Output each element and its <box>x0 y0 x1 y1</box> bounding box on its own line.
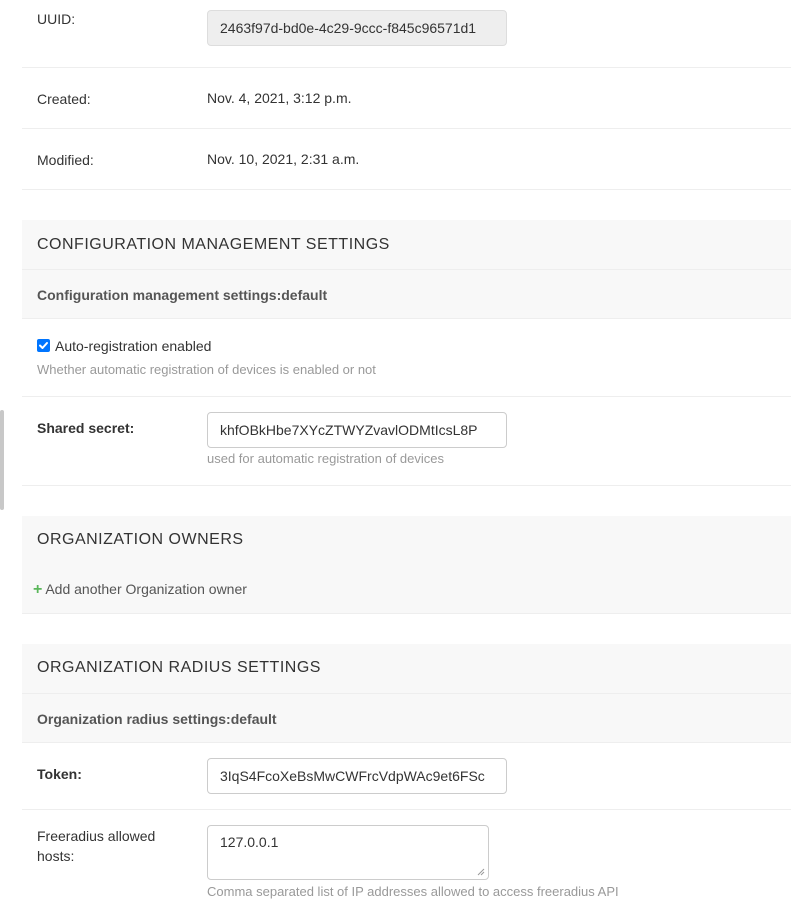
uuid-field: 2463f97d-bd0e-4c29-9ccc-f845c96571d1 <box>207 10 507 46</box>
hosts-label-line2: hosts: <box>37 848 75 864</box>
shared-secret-label: Shared secret: <box>37 420 135 436</box>
created-value: Nov. 4, 2021, 3:12 p.m. <box>207 90 352 106</box>
modified-value: Nov. 10, 2021, 2:31 a.m. <box>207 151 360 167</box>
hosts-help: Comma separated list of IP addresses all… <box>207 884 619 899</box>
add-owner-label: Add another Organization owner <box>45 581 247 597</box>
created-row: Created: Nov. 4, 2021, 3:12 p.m. <box>22 68 791 129</box>
radius-section-title: ORGANIZATION RADIUS SETTINGS <box>37 659 321 676</box>
shared-secret-row: Shared secret: khfOBkHbe7XYcZTWYZvavlODM… <box>22 397 791 486</box>
created-label: Created: <box>37 91 91 107</box>
owners-section-header: ORGANIZATION OWNERS <box>22 516 791 566</box>
config-subsection-title: Configuration management settings:defaul… <box>37 287 328 303</box>
add-owner-row: + Add another Organization owner <box>22 566 791 614</box>
shared-secret-help: used for automatic registration of devic… <box>207 451 445 466</box>
config-subsection-header: Configuration management settings:defaul… <box>22 270 791 319</box>
auto-registration-row: Auto-registration enabled Whether automa… <box>22 319 791 397</box>
config-section-header: CONFIGURATION MANAGEMENT SETTINGS <box>22 220 791 270</box>
owners-section-title: ORGANIZATION OWNERS <box>37 531 244 548</box>
resize-grip-icon[interactable] <box>477 868 485 876</box>
auto-registration-help: Whether automatic registration of device… <box>37 362 376 377</box>
hosts-label: Freeradius allowed hosts: <box>37 826 155 866</box>
uuid-label: UUID: <box>37 11 76 27</box>
hosts-label-line1: Freeradius allowed <box>37 828 156 844</box>
hosts-textarea[interactable]: 127.0.0.1 <box>207 825 489 880</box>
radius-section-header: ORGANIZATION RADIUS SETTINGS <box>22 644 791 694</box>
hosts-textarea-value: 127.0.0.1 <box>220 834 279 850</box>
form-content: UUID: 2463f97d-bd0e-4c29-9ccc-f845c96571… <box>22 0 791 910</box>
page: UUID: 2463f97d-bd0e-4c29-9ccc-f845c96571… <box>0 0 791 915</box>
shared-secret-input[interactable]: khfOBkHbe7XYcZTWYZvavlODMtIcsL8P <box>207 412 507 448</box>
add-owner-link[interactable]: + Add another Organization owner <box>33 579 247 600</box>
token-row: Token: 3IqS4FcoXeBsMwCWFrcVdpWAc9et6FSc <box>22 743 791 810</box>
modified-label: Modified: <box>37 152 94 168</box>
token-input[interactable]: 3IqS4FcoXeBsMwCWFrcVdpWAc9et6FSc <box>207 758 507 794</box>
auto-registration-checkbox[interactable] <box>37 339 50 352</box>
token-label: Token: <box>37 766 82 782</box>
checkbox-checked-icon <box>39 342 48 349</box>
uuid-row: UUID: 2463f97d-bd0e-4c29-9ccc-f845c96571… <box>22 0 791 68</box>
scroll-indicator[interactable] <box>0 410 4 510</box>
radius-subsection-header: Organization radius settings:default <box>22 694 791 743</box>
plus-icon: + <box>33 581 43 598</box>
auto-registration-label[interactable]: Auto-registration enabled <box>55 336 211 356</box>
modified-row: Modified: Nov. 10, 2021, 2:31 a.m. <box>22 129 791 190</box>
hosts-row: Freeradius allowed hosts: 127.0.0.1 Comm… <box>22 810 791 910</box>
radius-subsection-title: Organization radius settings:default <box>37 711 277 727</box>
config-section-title: CONFIGURATION MANAGEMENT SETTINGS <box>37 236 390 253</box>
